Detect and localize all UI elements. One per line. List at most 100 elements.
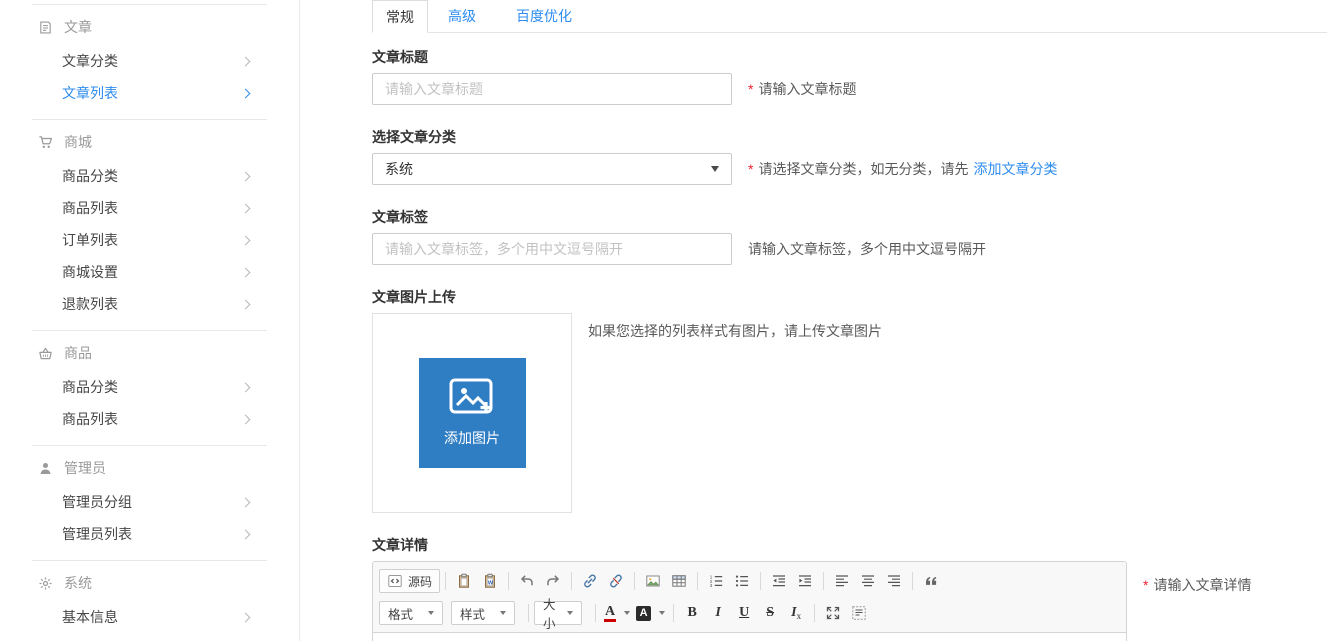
add-image-button-label: 添加图片 [444, 428, 500, 448]
tab-bar: 常规 高级 百度优化 [372, 0, 1327, 33]
sidebar-item-mall-settings[interactable]: 商城设置 [0, 256, 299, 288]
editor-content-area[interactable] [373, 633, 1126, 641]
italic-button[interactable]: I [705, 601, 731, 625]
select-arrow-icon [711, 166, 719, 172]
show-blocks-button[interactable] [846, 601, 872, 625]
maximize-button[interactable] [820, 601, 846, 625]
add-image-button[interactable]: 添加图片 [419, 358, 526, 468]
chevron-right-icon [241, 414, 251, 424]
text-color-button[interactable]: A [601, 601, 633, 625]
paste-button[interactable] [451, 569, 477, 593]
article-image-upload[interactable]: 添加图片 [372, 313, 572, 513]
sidebar-section-goods-header[interactable]: 商品 [0, 335, 299, 371]
tab-advanced[interactable]: 高级 [428, 0, 496, 32]
hint-text: 请输入文章详情 [1153, 575, 1251, 595]
editor-toolbar-row-1: 源码 W 123 [379, 566, 1120, 596]
underline-button[interactable]: U [731, 601, 757, 625]
toolbar-separator [528, 604, 529, 622]
sidebar-item-goods-list[interactable]: 商品列表 [0, 403, 299, 435]
article-tags-input[interactable] [372, 233, 732, 265]
sidebar: 文章 文章分类 文章列表 商城 商品分类 商品列表 订单列表 商城设置 [0, 0, 300, 641]
sidebar-item-article-category[interactable]: 文章分类 [0, 45, 299, 77]
link-icon [582, 573, 598, 589]
toolbar-separator [634, 572, 635, 590]
caret-down-icon [659, 611, 665, 615]
chevron-right-icon [241, 612, 251, 622]
sidebar-item-mall-goods-list[interactable]: 商品列表 [0, 192, 299, 224]
article-title-hint: * 请输入文章标题 [748, 79, 856, 99]
paste-word-button[interactable]: W [477, 569, 503, 593]
sidebar-section-admin-header[interactable]: 管理员 [0, 450, 299, 486]
caret-down-icon [624, 611, 630, 615]
outdent-button[interactable] [766, 569, 792, 593]
article-category-select[interactable]: 系统 [372, 153, 732, 185]
required-mark: * [748, 81, 753, 97]
sidebar-item-label: 订单列表 [62, 230, 118, 250]
sidebar-section-mall-header[interactable]: 商城 [0, 124, 299, 160]
sidebar-item-label: 商品列表 [62, 409, 118, 429]
strikethrough-icon: S [766, 605, 774, 621]
sidebar-item-admin-list[interactable]: 管理员列表 [0, 518, 299, 550]
align-right-button[interactable] [881, 569, 907, 593]
article-title-input[interactable] [372, 73, 732, 105]
sidebar-section-article-header[interactable]: 文章 [0, 9, 299, 45]
bullet-list-button[interactable] [729, 569, 755, 593]
numbered-list-button[interactable]: 123 [703, 569, 729, 593]
strikethrough-button[interactable]: S [757, 601, 783, 625]
sidebar-section-system: 系统 基本信息 [0, 561, 299, 641]
tab-baidu-seo[interactable]: 百度优化 [496, 0, 592, 32]
table-button[interactable] [666, 569, 692, 593]
outdent-icon [771, 573, 787, 589]
indent-button[interactable] [792, 569, 818, 593]
add-article-category-link[interactable]: 添加文章分类 [973, 159, 1057, 179]
sidebar-item-basic-info[interactable]: 基本信息 [0, 601, 299, 633]
sidebar-section-label: 系统 [64, 573, 92, 593]
size-combo[interactable]: 大小 [534, 601, 582, 625]
undo-button[interactable] [514, 569, 540, 593]
sidebar-item-article-list[interactable]: 文章列表 [0, 77, 299, 109]
format-combo-label: 格式 [388, 604, 413, 623]
toolbar-separator [697, 572, 698, 590]
blockquote-icon [923, 573, 939, 589]
chevron-right-icon [241, 88, 251, 98]
sidebar-item-order-list[interactable]: 订单列表 [0, 224, 299, 256]
align-center-icon [860, 573, 876, 589]
link-button[interactable] [577, 569, 603, 593]
caret-down-icon [428, 611, 434, 615]
background-color-button[interactable]: A [633, 601, 668, 625]
align-right-icon [886, 573, 902, 589]
main-content: 常规 高级 百度优化 文章标题 * 请输入文章标题 选择文章分类 系统 [300, 0, 1327, 641]
sidebar-section-mall: 商城 商品分类 商品列表 订单列表 商城设置 退款列表 [0, 120, 299, 330]
tab-general[interactable]: 常规 [372, 0, 428, 33]
sidebar-item-label: 文章列表 [62, 83, 118, 103]
sidebar-item-refund-list[interactable]: 退款列表 [0, 288, 299, 320]
unlink-button[interactable] [603, 569, 629, 593]
toolbar-separator [673, 604, 674, 622]
blockquote-button[interactable] [918, 569, 944, 593]
image-button[interactable] [640, 569, 666, 593]
maximize-icon [825, 605, 841, 621]
redo-button[interactable] [540, 569, 566, 593]
align-left-button[interactable] [829, 569, 855, 593]
article-detail-label: 文章详情 [372, 535, 1327, 555]
chevron-right-icon [241, 382, 251, 392]
sidebar-section-system-header[interactable]: 系统 [0, 565, 299, 601]
source-button-label: 源码 [408, 573, 432, 590]
style-combo[interactable]: 样式 [451, 601, 515, 625]
remove-format-button[interactable]: I x [783, 601, 809, 625]
sidebar-item-admin-group[interactable]: 管理员分组 [0, 486, 299, 518]
sidebar-item-goods-category[interactable]: 商品分类 [0, 371, 299, 403]
source-button[interactable]: 源码 [379, 569, 440, 593]
format-combo[interactable]: 格式 [379, 601, 443, 625]
goods-icon [38, 346, 53, 361]
field-article-title: 文章标题 * 请输入文章标题 [372, 47, 1327, 105]
align-left-icon [834, 573, 850, 589]
sidebar-item-mall-goods-category[interactable]: 商品分类 [0, 160, 299, 192]
unlink-icon [608, 573, 624, 589]
toolbar-separator [823, 572, 824, 590]
caret-down-icon [567, 611, 573, 615]
add-image-icon [449, 378, 495, 416]
align-center-button[interactable] [855, 569, 881, 593]
article-detail-hint: * 请输入文章详情 [1143, 575, 1251, 595]
bold-button[interactable]: B [679, 601, 705, 625]
